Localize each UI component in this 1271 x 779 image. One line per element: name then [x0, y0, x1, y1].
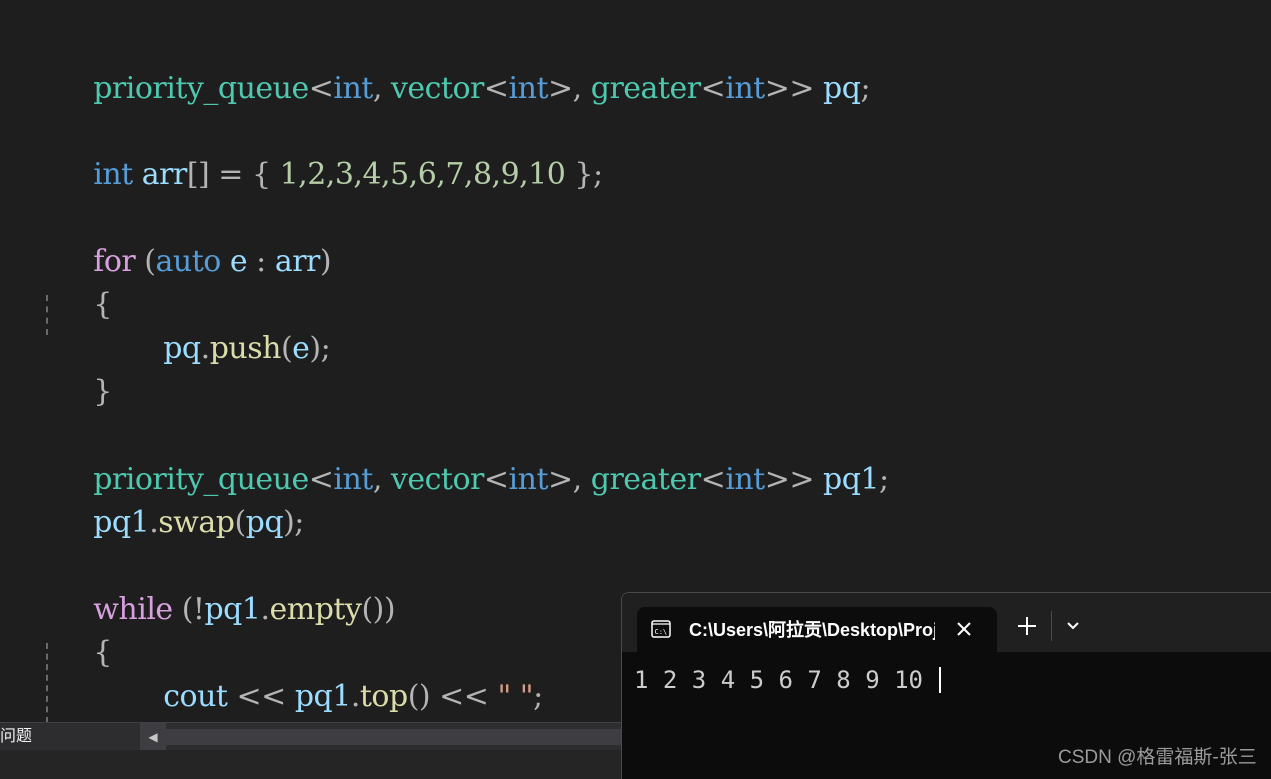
- token: pq1: [823, 462, 880, 497]
- code-line-12: pq1.pop();: [109, 686, 316, 757]
- code-line-2: int arr[] = { 1,2,3,4,5,6,7,8,9,10 };: [39, 121, 603, 192]
- code-line-4: {: [39, 251, 112, 322]
- token: );: [309, 331, 331, 366]
- token: ,: [372, 462, 391, 497]
- token: (!: [172, 592, 205, 627]
- code-line-6: }: [39, 338, 112, 409]
- chevron-left-icon: ◀: [148, 730, 158, 744]
- svg-text:C:\: C:\: [655, 628, 668, 636]
- token: priority_queue: [93, 71, 309, 106]
- token: ;: [879, 462, 889, 497]
- token: ;: [860, 71, 871, 106]
- token: pq1: [204, 592, 261, 627]
- token: :: [247, 244, 275, 279]
- chevron-down-icon[interactable]: [1062, 615, 1084, 637]
- code-line-3: for (auto e : arr): [39, 208, 331, 279]
- token: () <<: [407, 679, 498, 714]
- token: int: [725, 71, 765, 106]
- token: <: [308, 462, 334, 497]
- token: .: [149, 505, 159, 540]
- token: push: [209, 331, 282, 366]
- horizontal-scrollbar[interactable]: [166, 729, 622, 745]
- token: empty: [269, 592, 362, 627]
- code-line-9: while (!pq1.empty()): [39, 556, 395, 627]
- token: ()): [361, 592, 396, 627]
- token: greater: [590, 71, 701, 106]
- token: <: [308, 71, 334, 106]
- divider: [1051, 611, 1052, 641]
- token: swap: [158, 505, 235, 540]
- token: .: [350, 679, 361, 714]
- token: int: [333, 71, 373, 106]
- token: pq: [245, 505, 284, 540]
- token: ;: [533, 679, 543, 714]
- token: );: [283, 505, 304, 540]
- token: >>: [764, 462, 824, 497]
- token: .: [260, 592, 270, 627]
- token: greater: [590, 462, 701, 497]
- close-icon[interactable]: [953, 617, 975, 641]
- terminal-title-bar: C:\ C:\Users\阿拉贡\Desktop\Proj: [622, 593, 1271, 652]
- indent-guide: [46, 295, 48, 335]
- code-line-8: pq1.swap(pq);: [39, 469, 304, 540]
- token: auto: [155, 244, 221, 279]
- code-line-5: pq.push(e);: [109, 295, 331, 366]
- watermark: CSDN @格雷福斯-张三: [1058, 747, 1257, 768]
- token: ): [319, 244, 332, 279]
- token: pq1: [93, 505, 150, 540]
- token: " ": [497, 679, 534, 714]
- token: int: [725, 462, 765, 497]
- token: (: [234, 505, 246, 540]
- token: int: [508, 462, 549, 497]
- token: e: [292, 331, 310, 366]
- token: >>: [764, 71, 824, 106]
- token: int: [333, 462, 373, 497]
- terminal-tab-title: C:\Users\阿拉贡\Desktop\Proj: [689, 620, 935, 640]
- token: <: [700, 462, 726, 497]
- bottom-panel: [0, 750, 622, 779]
- token: vector: [390, 71, 484, 106]
- token: <: [483, 71, 509, 106]
- token: arr: [274, 244, 321, 279]
- scroll-left-button[interactable]: ◀: [140, 723, 166, 751]
- code-line-11: cout << pq1.top() << " ";: [109, 643, 543, 714]
- code-line-1: priority_queue<int, vector<int>, greater…: [39, 35, 870, 106]
- token: };: [565, 157, 603, 192]
- token: <: [700, 71, 726, 106]
- token: pq: [823, 71, 861, 106]
- screen: priority_queue<int, vector<int>, greater…: [0, 0, 1271, 779]
- token: }: [93, 374, 112, 409]
- output-text: 1 2 3 4 5 6 7 8 9 10: [634, 666, 938, 694]
- terminal-tab[interactable]: C:\ C:\Users\阿拉贡\Desktop\Proj: [637, 607, 997, 652]
- token: int: [508, 71, 549, 106]
- plus-icon[interactable]: [1014, 613, 1040, 639]
- text-cursor: [939, 667, 942, 693]
- terminal-output[interactable]: 1 2 3 4 5 6 7 8 9 10: [634, 665, 942, 695]
- token: e: [229, 244, 248, 279]
- status-bar: 问题 ◀: [0, 722, 622, 751]
- token: [] = {: [186, 157, 280, 192]
- indent-guide: [46, 643, 48, 723]
- console-icon: C:\: [651, 620, 671, 638]
- token: vector: [390, 462, 484, 497]
- code-line-10: {: [39, 599, 112, 670]
- token: <: [483, 462, 509, 497]
- code-line-7: priority_queue<int, vector<int>, greater…: [39, 426, 889, 497]
- token: arr: [141, 157, 188, 192]
- token: top: [359, 679, 408, 714]
- token: 1,2,3,4,5,6,7,8,9,10: [279, 157, 566, 192]
- token: (: [135, 244, 156, 279]
- token: >,: [548, 462, 591, 497]
- problems-tab[interactable]: 问题: [0, 727, 32, 747]
- token: ,: [372, 71, 391, 106]
- token: .: [200, 331, 211, 366]
- token: (: [280, 331, 293, 366]
- token: pq: [163, 331, 201, 366]
- token: >,: [548, 71, 591, 106]
- token: int: [93, 157, 133, 192]
